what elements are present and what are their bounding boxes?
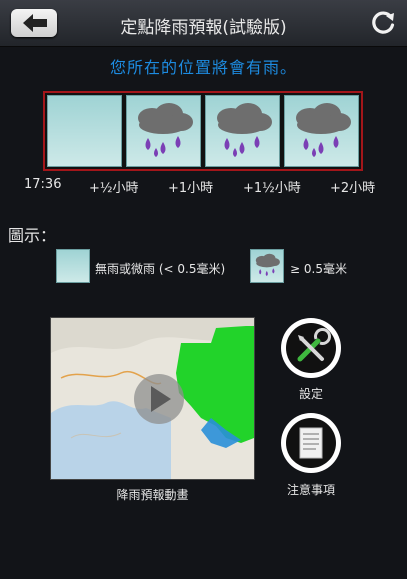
time-label: +1½小時 xyxy=(243,181,301,196)
time-label: 17:36 xyxy=(24,177,62,192)
header-bar: 定點降雨預報(試驗版) xyxy=(0,0,407,47)
legend-swatch-no-rain xyxy=(56,249,90,283)
page-title: 定點降雨預報(試驗版) xyxy=(120,18,287,38)
legend-label-rain: ≥ 0.5毫米 xyxy=(290,262,347,276)
time-label: +1小時 xyxy=(168,181,214,196)
settings-label: 設定 xyxy=(298,387,323,401)
legend-swatch-rain xyxy=(250,249,284,283)
rain-animation-thumbnail[interactable] xyxy=(50,317,255,480)
forecast-frame-30min xyxy=(126,95,201,167)
map-caption: 降雨預報動畫 xyxy=(116,488,189,502)
refresh-icon[interactable] xyxy=(369,9,397,37)
time-label: +2小時 xyxy=(330,181,376,196)
forecast-frame-1h xyxy=(205,95,280,167)
notes-button[interactable] xyxy=(281,413,341,473)
notes-label: 注意事項 xyxy=(286,483,335,497)
settings-button-face xyxy=(286,323,336,373)
rain-cloud-icon xyxy=(138,103,193,157)
rain-cloud-icon xyxy=(296,103,351,157)
forecast-frame-90min xyxy=(284,95,359,167)
legend-title: 圖示： xyxy=(8,226,57,245)
notes-button-face xyxy=(286,418,336,468)
time-label: +½小時 xyxy=(89,181,139,196)
tools-icon xyxy=(297,328,331,362)
forecast-frame-now xyxy=(47,95,122,167)
map-image xyxy=(51,318,254,479)
document-icon xyxy=(299,427,323,459)
settings-button[interactable] xyxy=(281,318,341,378)
rain-cloud-icon xyxy=(217,103,272,157)
forecast-strip xyxy=(43,91,363,171)
rain-cloud-icon xyxy=(255,253,280,277)
legend-label-no-rain: 無雨或微雨 (< 0.5毫米) xyxy=(95,262,226,276)
rain-notice: 您所在的位置將會有雨。 xyxy=(109,58,297,77)
